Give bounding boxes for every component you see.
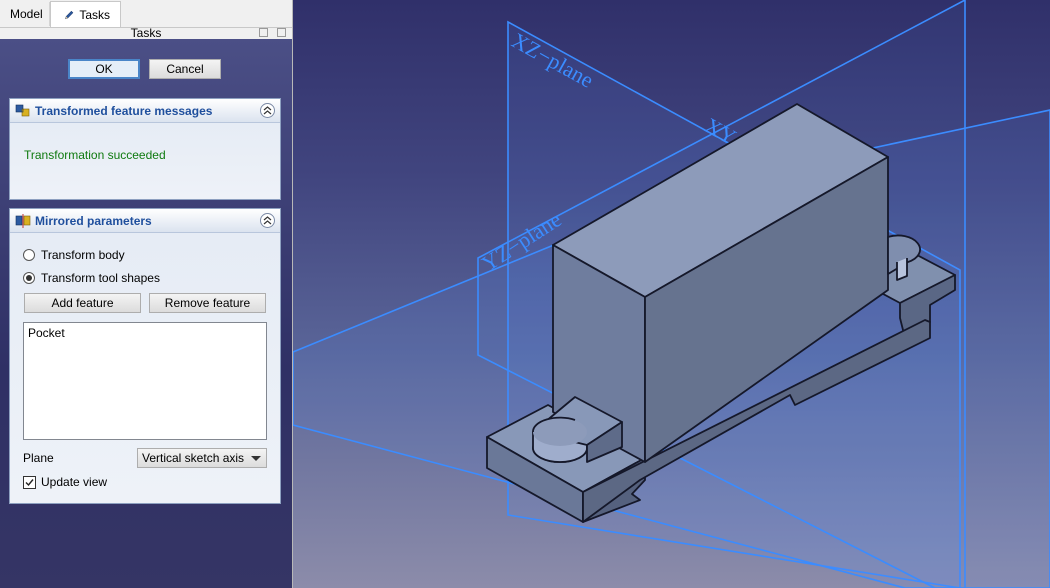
update-view-checkbox[interactable]: Update view	[23, 475, 107, 489]
dock-float-button[interactable]	[259, 28, 268, 37]
chevron-down-icon	[251, 456, 261, 461]
checkbox[interactable]	[23, 475, 36, 489]
tab-tasks-label: Tasks	[79, 7, 110, 22]
cancel-button[interactable]: Cancel	[149, 59, 221, 79]
collapse-icon[interactable]	[260, 213, 275, 228]
tab-tasks[interactable]: Tasks	[50, 1, 121, 27]
list-item[interactable]: Pocket	[28, 326, 262, 340]
mirrored-icon	[15, 213, 31, 228]
checkmark-icon	[25, 478, 34, 486]
transform-body-radio[interactable]: Transform body	[23, 248, 125, 262]
pencil-icon	[65, 10, 74, 19]
combo-view-panel: Model Tasks Tasks OK Cancel Transformed …	[0, 0, 293, 588]
tab-model[interactable]: Model	[0, 2, 50, 26]
feature-list[interactable]: Pocket	[23, 322, 267, 440]
messages-panel-title: Transformed feature messages	[35, 103, 213, 118]
plane-label: Plane	[23, 451, 54, 465]
ok-button[interactable]: OK	[68, 59, 140, 79]
messages-panel: Transformed feature messages Transformat…	[9, 98, 281, 200]
status-message: Transformation succeeded	[24, 148, 166, 162]
add-feature-button[interactable]: Add feature	[24, 293, 141, 313]
update-view-label: Update view	[41, 475, 108, 489]
transform-tool-shapes-radio[interactable]: Transform tool shapes	[23, 271, 160, 285]
dock-title: Tasks	[130, 26, 162, 40]
plane-select[interactable]: Vertical sketch axis	[137, 448, 267, 468]
collapse-icon[interactable]	[260, 103, 275, 118]
radio-button-selected[interactable]	[23, 272, 35, 284]
plane-select-value: Vertical sketch axis	[142, 451, 245, 465]
mirrored-parameters-panel: Mirrored parameters Transform body Trans…	[9, 208, 281, 504]
dock-close-button[interactable]	[277, 28, 286, 37]
parameters-panel-title: Mirrored parameters	[35, 213, 152, 228]
transform-tool-shapes-label: Transform tool shapes	[41, 271, 160, 285]
combo-view-tabs: Model Tasks	[0, 0, 292, 28]
tab-model-label: Model	[10, 7, 43, 21]
3d-scene[interactable]: XZ−plane XY−plane YZ−plane	[293, 0, 1050, 588]
task-content: OK Cancel Transformed feature messages T…	[0, 39, 292, 588]
parameters-panel-header[interactable]: Mirrored parameters	[10, 209, 280, 233]
transform-body-label: Transform body	[41, 248, 125, 262]
radio-button[interactable]	[23, 249, 35, 261]
messages-panel-header[interactable]: Transformed feature messages	[10, 99, 280, 123]
remove-feature-button[interactable]: Remove feature	[149, 293, 266, 313]
3d-viewport[interactable]: XZ−plane XY−plane YZ−plane	[293, 0, 1050, 588]
mirrored-feature-icon	[15, 104, 30, 116]
